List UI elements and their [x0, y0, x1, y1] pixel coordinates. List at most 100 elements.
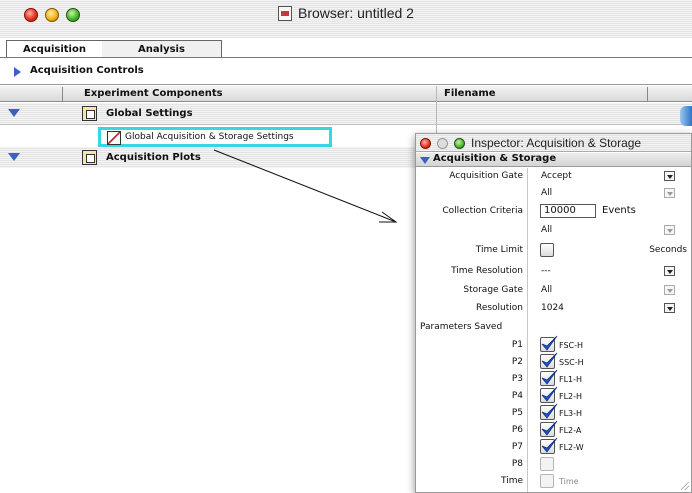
event-count-field[interactable]: 10000 [540, 204, 596, 218]
resolution-row: Resolution 1024 [416, 300, 691, 317]
time-resolution-label: Time Resolution [451, 266, 523, 276]
dropdown-arrow-icon[interactable] [664, 303, 675, 313]
resolution-label: Resolution [475, 303, 523, 313]
zoom-icon[interactable] [454, 138, 465, 149]
checkmark-icon [541, 369, 558, 385]
tab-analysis[interactable]: Analysis [102, 40, 222, 58]
collection-criteria-sub-value[interactable]: All [541, 225, 552, 235]
minimize-icon[interactable] [437, 138, 448, 149]
acquisition-gate-label: Acquisition Gate [449, 171, 523, 181]
resolution-value[interactable]: 1024 [541, 303, 564, 313]
time-resolution-value[interactable]: --- [541, 266, 551, 276]
scrollbar-thumb[interactable] [680, 106, 692, 126]
selected-setting-item[interactable]: Global Acquisition & Storage Settings [98, 127, 332, 147]
checkmark-icon [541, 335, 558, 351]
dropdown-arrow-icon[interactable] [664, 266, 675, 276]
close-icon[interactable] [420, 138, 431, 149]
checkmark-icon [541, 420, 558, 436]
parameter-row: Time Time [416, 473, 691, 490]
tab-label: Acquisition [23, 44, 86, 55]
setting-item-label: Global Acquisition & Storage Settings [125, 132, 294, 142]
parameter-label: Time [500, 476, 523, 486]
parameter-checkbox[interactable] [540, 335, 558, 352]
parameter-name: Time [559, 477, 579, 486]
collection-criteria-sub-row: All [416, 222, 691, 239]
column-separator[interactable] [62, 87, 63, 101]
storage-gate-label: Storage Gate [463, 285, 523, 295]
parameter-checkbox[interactable] [540, 403, 558, 420]
minimize-icon[interactable] [45, 8, 59, 22]
acquisition-gate-sub-value[interactable]: All [541, 188, 552, 198]
time-limit-checkbox[interactable] [540, 243, 554, 257]
document-icon [278, 6, 292, 21]
parameter-name: FL1-H [559, 375, 583, 384]
zoom-icon[interactable] [66, 8, 80, 22]
table-header: Experiment Components Filename [0, 86, 692, 102]
window-title: Browser: untitled 2 [298, 5, 414, 21]
parameter-checkbox[interactable] [540, 386, 558, 403]
parameter-checkbox[interactable] [540, 369, 558, 386]
parameter-label: P4 [511, 391, 523, 401]
parameter-name: SSC-H [559, 358, 584, 367]
inspector-title: Inspector: Acquisition & Storage [471, 136, 642, 150]
storage-gate-value[interactable]: All [541, 285, 552, 295]
parameter-label: P5 [511, 408, 523, 418]
time-limit-label: Time Limit [475, 245, 523, 255]
collection-criteria-row: Collection Criteria 10000 Events [416, 203, 691, 220]
disclosure-triangle-icon[interactable] [420, 157, 430, 164]
browser-titlebar[interactable]: Browser: untitled 2 [0, 0, 692, 38]
parameter-checkbox[interactable] [540, 437, 558, 454]
parameter-checkbox[interactable] [540, 420, 558, 437]
parameter-checkbox[interactable] [540, 457, 554, 471]
dropdown-arrow-icon[interactable] [664, 285, 675, 295]
parameter-row: P8 [416, 456, 691, 473]
inspector-titlebar[interactable]: Inspector: Acquisition & Storage [416, 134, 691, 152]
parameter-name: FL2-A [559, 426, 582, 435]
parameter-name: FSC-H [559, 341, 584, 350]
parameter-checkbox[interactable] [540, 474, 554, 488]
parameter-label: P2 [511, 357, 523, 367]
disclosure-triangle-icon[interactable] [14, 67, 21, 77]
row-label: Global Settings [106, 108, 193, 119]
dropdown-arrow-icon[interactable] [664, 225, 675, 235]
acquisition-gate-value[interactable]: Accept [541, 171, 572, 181]
tab-divider [0, 57, 692, 58]
acquisition-controls-label: Acquisition Controls [30, 65, 144, 76]
resize-grip-icon[interactable] [681, 482, 689, 490]
parameters-saved-label: Parameters Saved [420, 322, 503, 332]
section-header[interactable]: Acquisition & Storage [416, 153, 691, 167]
column-header-components[interactable]: Experiment Components [84, 88, 223, 99]
parameter-label: P6 [511, 425, 523, 435]
checkmark-icon [541, 386, 558, 402]
dropdown-arrow-icon[interactable] [664, 171, 675, 181]
seconds-unit-label: Seconds [649, 245, 687, 255]
acquisition-controls-bar[interactable]: Acquisition Controls [0, 59, 692, 85]
checkmark-icon [541, 403, 558, 419]
parameter-label: P7 [511, 442, 523, 452]
collection-criteria-label: Collection Criteria [442, 206, 523, 216]
storage-gate-row: Storage Gate All [416, 282, 691, 299]
dropdown-arrow-icon[interactable] [664, 188, 675, 198]
column-header-filename[interactable]: Filename [444, 88, 496, 99]
acquisition-gate-row: Acquisition Gate Accept [416, 168, 691, 185]
tab-acquisition[interactable]: Acquisition [6, 40, 102, 58]
acquisition-gate-sub-row: All [416, 185, 691, 202]
parameter-checkbox[interactable] [540, 352, 558, 369]
disclosure-triangle-icon[interactable] [8, 153, 20, 161]
time-resolution-row: Time Resolution --- [416, 263, 691, 280]
section-title: Acquisition & Storage [433, 153, 557, 164]
column-separator[interactable] [647, 87, 648, 101]
parameter-name: FL2-H [559, 392, 583, 401]
inspector-window: Inspector: Acquisition & Storage Acquisi… [415, 133, 692, 493]
checkmark-icon [541, 437, 558, 453]
parameter-label: P3 [511, 374, 523, 384]
disclosure-triangle-icon[interactable] [8, 109, 20, 117]
parameter-name: FL3-H [559, 409, 583, 418]
close-icon[interactable] [24, 8, 38, 22]
events-unit-label: Events [602, 205, 636, 216]
parameter-name: FL2-W [559, 443, 584, 452]
parameter-row: P7 FL2-W [416, 437, 691, 456]
settings-document-icon [107, 131, 121, 145]
table-row[interactable]: Global Settings [0, 103, 692, 125]
folder-icon [82, 106, 97, 121]
